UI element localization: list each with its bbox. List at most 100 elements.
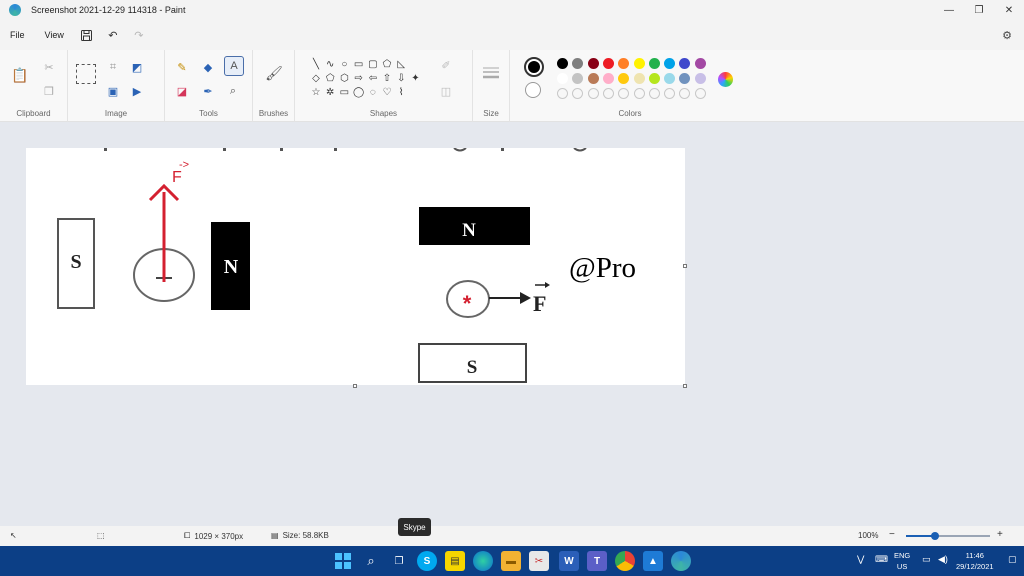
shape-fill-icon[interactable]: ◫: [437, 82, 455, 100]
network-icon[interactable]: ▭: [922, 554, 931, 565]
shape-option[interactable]: ╲: [309, 58, 323, 71]
redo-icon[interactable]: ↷: [126, 24, 152, 46]
palette-swatch[interactable]: [618, 58, 630, 69]
shape-option[interactable]: ◇: [309, 72, 323, 85]
palette-swatch[interactable]: [664, 73, 676, 84]
shape-option[interactable]: ⇩: [394, 72, 408, 85]
custom-color-slot[interactable]: [557, 88, 568, 99]
color-picker-icon[interactable]: ✒: [199, 82, 217, 100]
resize-handle-bottom[interactable]: [353, 384, 357, 388]
secondary-color-swatch[interactable]: [525, 82, 541, 98]
chrome-icon[interactable]: [615, 551, 635, 571]
word-icon[interactable]: W: [559, 551, 579, 571]
palette-swatch[interactable]: [602, 58, 614, 69]
notifications-icon[interactable]: ▢: [1008, 554, 1017, 565]
brush-icon[interactable]: 🖌: [265, 62, 283, 84]
custom-color-slot[interactable]: [679, 88, 691, 99]
text-tool-icon[interactable]: A: [224, 56, 244, 76]
shape-option[interactable]: ⇨: [352, 72, 366, 85]
maximize-button[interactable]: ❐: [964, 0, 994, 20]
shape-option[interactable]: ⇦: [366, 72, 380, 85]
shape-option[interactable]: ⇧: [380, 72, 394, 85]
shape-option[interactable]: ○: [337, 58, 351, 71]
custom-color-slot[interactable]: [664, 88, 676, 99]
palette-swatch[interactable]: [633, 73, 645, 84]
magnifier-icon[interactable]: ⌕: [224, 82, 242, 100]
shape-option[interactable]: ▭: [352, 58, 366, 71]
shape-option[interactable]: ⬠: [323, 72, 337, 85]
palette-swatch[interactable]: [679, 58, 691, 69]
palette-swatch[interactable]: [602, 73, 614, 84]
edge-icon[interactable]: [473, 551, 493, 571]
snipping-tool-icon[interactable]: ✂: [529, 551, 549, 571]
cut-icon[interactable]: ✂: [40, 58, 58, 76]
search-icon[interactable]: ⌕: [361, 551, 381, 571]
copy-icon[interactable]: ❐: [40, 82, 58, 100]
start-icon[interactable]: [333, 551, 353, 571]
palette-swatch[interactable]: [618, 73, 630, 84]
paint-taskbar-icon[interactable]: [671, 551, 691, 571]
task-view-icon[interactable]: ❐: [389, 551, 409, 571]
volume-icon[interactable]: ◀): [938, 554, 948, 565]
sticky-notes-icon[interactable]: ▤: [445, 551, 465, 571]
shape-option[interactable]: ◯: [352, 86, 366, 99]
palette-swatch[interactable]: [648, 73, 660, 84]
image-select-icon[interactable]: ▣: [104, 82, 122, 100]
palette-swatch[interactable]: [679, 73, 691, 84]
shape-option[interactable]: ⬠: [380, 58, 394, 71]
resize-icon[interactable]: ◩: [128, 58, 146, 76]
custom-color-slot[interactable]: [572, 88, 584, 99]
shape-option[interactable]: ♡: [380, 86, 394, 99]
palette-swatch[interactable]: [572, 73, 584, 84]
size-lines-icon[interactable]: [483, 66, 499, 80]
photos-icon[interactable]: ▲: [643, 551, 663, 571]
palette-swatch[interactable]: [694, 73, 706, 84]
teams-icon[interactable]: T: [587, 551, 607, 571]
rotate-icon[interactable]: ▶: [128, 82, 146, 100]
shape-option[interactable]: ✦: [408, 72, 422, 85]
palette-swatch[interactable]: [633, 58, 645, 69]
shape-option[interactable]: ✲: [323, 86, 337, 99]
shape-option[interactable]: ☆: [309, 86, 323, 99]
skype-icon[interactable]: S: [417, 551, 437, 571]
fill-icon[interactable]: ◆: [199, 58, 217, 76]
crop-icon[interactable]: ⌗: [104, 58, 122, 76]
custom-color-slot[interactable]: [694, 88, 706, 99]
custom-color-slot[interactable]: [602, 88, 614, 99]
drawing-canvas[interactable]: S -> F N N * F S @Pro: [26, 148, 685, 385]
keyboard-icon[interactable]: ⌨: [875, 554, 888, 565]
tray-chevron-icon[interactable]: ⋁: [857, 554, 864, 565]
palette-swatch[interactable]: [557, 58, 568, 69]
primary-color-ring[interactable]: [524, 57, 544, 77]
custom-color-slot[interactable]: [618, 88, 630, 99]
resize-handle-corner[interactable]: [683, 384, 687, 388]
shape-option[interactable]: ◌: [366, 86, 380, 99]
custom-color-slot[interactable]: [633, 88, 645, 99]
language-indicator[interactable]: ENG US: [894, 550, 910, 572]
custom-color-slot[interactable]: [648, 88, 660, 99]
close-button[interactable]: ✕: [994, 0, 1024, 20]
select-icon[interactable]: [76, 64, 96, 84]
shape-option[interactable]: ▢: [366, 58, 380, 71]
shape-option[interactable]: ◺: [394, 58, 408, 71]
eraser-icon[interactable]: ◪: [173, 82, 191, 100]
zoom-slider[interactable]: [906, 532, 990, 540]
undo-icon[interactable]: ↶: [100, 24, 126, 46]
outline-icon[interactable]: ✐: [437, 56, 455, 74]
palette-swatch[interactable]: [587, 73, 599, 84]
save-icon[interactable]: [74, 24, 100, 46]
zoom-out-button[interactable]: −: [889, 529, 895, 540]
settings-icon[interactable]: ⚙: [996, 24, 1018, 46]
shape-option[interactable]: ⌇: [394, 86, 408, 99]
shape-option[interactable]: ⬡: [337, 72, 351, 85]
resize-handle-right[interactable]: [683, 264, 687, 268]
shape-option[interactable]: ▭: [337, 86, 351, 99]
palette-swatch[interactable]: [664, 58, 676, 69]
menu-view[interactable]: View: [35, 30, 74, 40]
pencil-icon[interactable]: ✎: [173, 58, 191, 76]
zoom-slider-thumb[interactable]: [931, 532, 940, 540]
clock[interactable]: 11:46 29/12/2021: [956, 550, 994, 572]
custom-color-slot[interactable]: [587, 88, 599, 99]
menu-file[interactable]: File: [0, 30, 35, 40]
minimize-button[interactable]: —: [934, 0, 964, 20]
